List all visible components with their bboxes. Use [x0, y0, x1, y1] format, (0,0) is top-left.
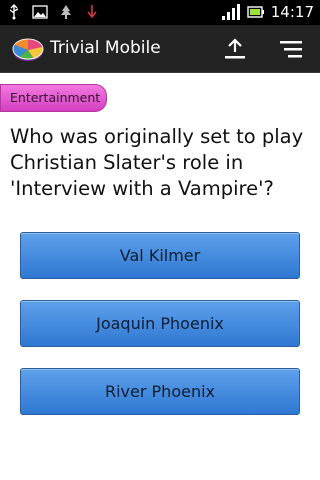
download-icon	[87, 5, 97, 19]
tree-icon	[61, 5, 71, 19]
app-title: Trivial Mobile	[50, 38, 161, 58]
answer-button-1[interactable]: Val Kilmer	[20, 232, 300, 279]
signal-icon	[221, 4, 240, 20]
upload-icon[interactable]	[222, 37, 248, 61]
image-icon	[32, 5, 48, 19]
clock: 14:17	[270, 3, 314, 21]
question-text: Who was originally set to play Christian…	[10, 125, 304, 200]
category-badge: Entertainment	[0, 84, 107, 112]
answer-button-3[interactable]: River Phoenix	[20, 368, 300, 415]
pie-chart-logo-icon	[12, 38, 44, 61]
usb-icon	[9, 4, 19, 20]
status-indicators: 14:17	[221, 2, 314, 22]
action-bar: Trivial Mobile	[0, 25, 320, 73]
menu-icon[interactable]	[278, 37, 304, 61]
status-bar: 14:17	[0, 0, 320, 25]
battery-icon	[247, 6, 264, 18]
answer-button-2[interactable]: Joaquin Phoenix	[20, 300, 300, 347]
notification-icons	[6, 4, 100, 20]
